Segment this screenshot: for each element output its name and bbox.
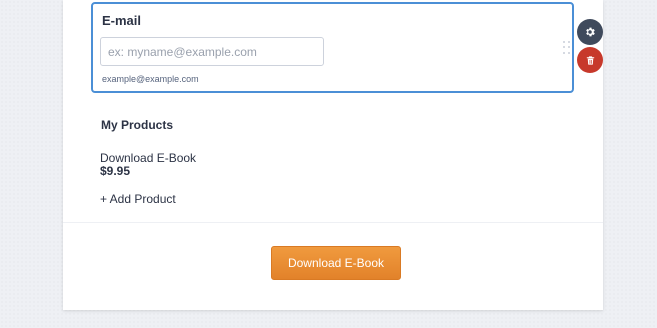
trash-icon <box>586 55 594 65</box>
product-price: $9.95 <box>100 164 131 178</box>
product-name: Download E-Book <box>100 151 197 165</box>
field-settings-button[interactable] <box>577 19 603 45</box>
divider <box>63 222 603 223</box>
email-label: E-mail <box>102 13 142 28</box>
field-delete-button[interactable] <box>577 47 603 73</box>
submit-button[interactable]: Download E-Book <box>271 246 401 280</box>
gear-icon <box>586 27 595 37</box>
email-sublabel: example@example.com <box>102 74 199 84</box>
email-input[interactable] <box>100 37 324 66</box>
products-title: My Products <box>101 118 174 132</box>
email-field-container[interactable]: E-mail example@example.com <box>91 2 574 93</box>
add-product-link[interactable]: + Add Product <box>100 192 176 206</box>
drag-handle-icon[interactable] <box>563 41 571 55</box>
